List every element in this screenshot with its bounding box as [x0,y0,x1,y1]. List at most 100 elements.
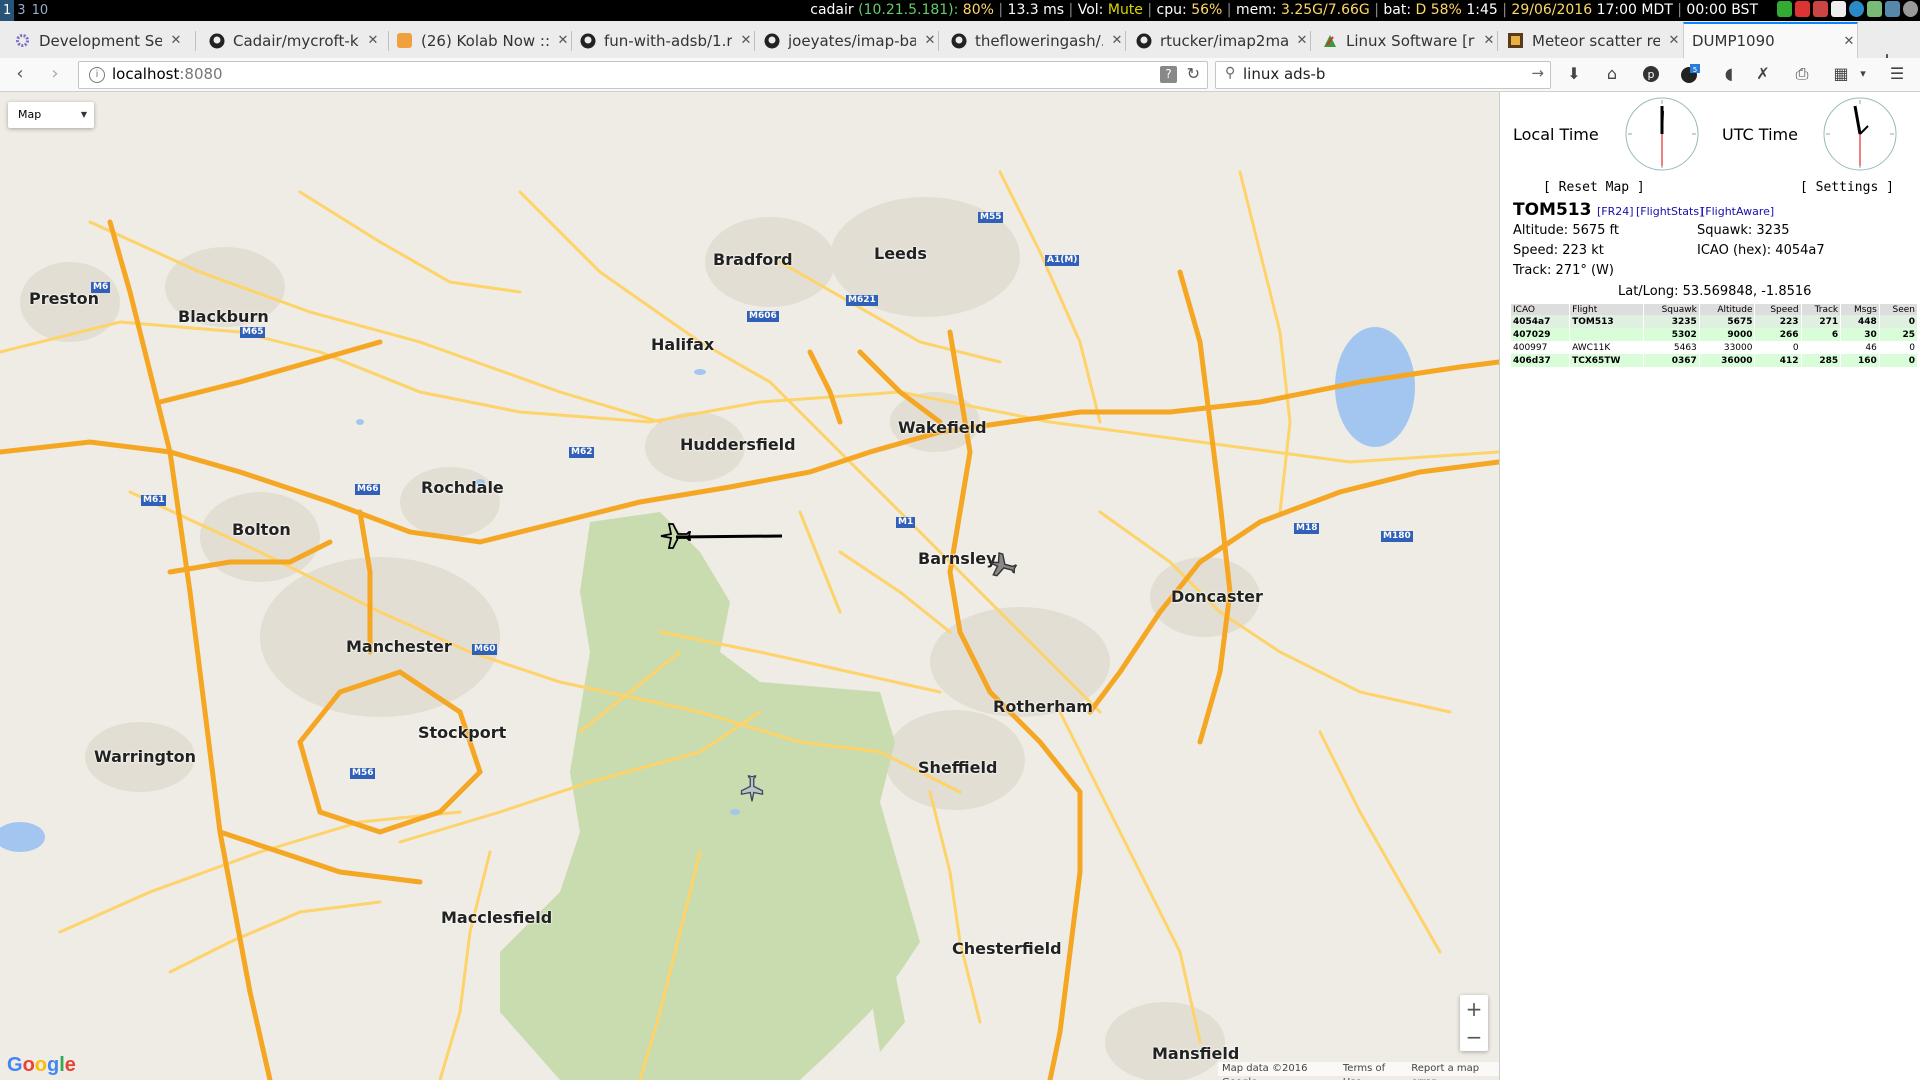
table-row[interactable]: 407029 5302 9000 266 6 30 25 [1511,328,1919,341]
tab-title: (26) Kolab Now ::… [421,31,549,50]
col-header-icao[interactable]: ICAO [1511,304,1571,315]
aircraft-table: ICAO Flight Squawk Altitude Speed Track … [1511,304,1919,367]
map-type-selector[interactable]: Map ▼ [8,102,94,128]
search-input[interactable]: linux ads-b [1243,65,1325,83]
tab[interactable]: Cadair/mycroft-ko… ✕ [208,24,381,57]
mail-icon[interactable] [1795,1,1810,17]
close-icon[interactable]: ✕ [738,33,754,48]
clipboard-icon[interactable] [1831,1,1846,17]
fr24-link[interactable]: [FR24] [1597,205,1634,218]
close-icon[interactable]: ✕ [1666,33,1682,48]
cell-squawk: 3235 [1643,315,1700,328]
cell-track [1801,341,1842,354]
chevron-down-icon[interactable]: ▾ [1852,63,1874,85]
col-header-speed[interactable]: Speed [1754,304,1802,315]
col-header-seen[interactable]: Seen [1879,304,1919,315]
bst-time: 00:00 BST [1686,2,1758,18]
adblock-icon[interactable]: ✗ [1752,63,1774,85]
cell-seen: 0 [1879,354,1919,367]
close-icon[interactable]: ✕ [365,33,381,48]
col-header-squawk[interactable]: Squawk [1643,304,1700,315]
print-icon[interactable]: ⎙ [1791,63,1813,85]
search-bar[interactable]: ⚲ linux ads-b → [1215,61,1551,89]
close-icon[interactable]: ✕ [1294,33,1310,48]
close-icon[interactable]: ✕ [922,33,938,48]
notes-icon[interactable] [1813,1,1828,17]
url-bar[interactable]: i localhost:8080 ? ↻ [78,61,1208,89]
cell-track: 6 [1801,328,1842,341]
tab-title: Cadair/mycroft-ko… [233,31,359,50]
tab-active[interactable]: DUMP1090 ✕ [1683,22,1858,58]
reset-map-button[interactable]: [ Reset Map ] [1543,180,1645,195]
tab-title: rtucker/imap2mail… [1160,31,1288,50]
sync-icon[interactable] [1849,1,1864,17]
col-header-track[interactable]: Track [1801,304,1842,315]
info-icon[interactable]: i [89,67,105,83]
arrow-right-icon[interactable]: → [1531,64,1544,82]
tab[interactable]: fun-with-adsb/1.r… ✕ [579,24,754,57]
tab[interactable]: Development Set… ✕ [14,24,184,57]
town-label: Sheffield [918,758,998,777]
download-icon[interactable]: ⬇ [1563,63,1585,85]
tab[interactable]: theflower­ingash/… ✕ [950,24,1125,57]
close-icon[interactable]: ✕ [1109,33,1125,48]
search-icon: ⚲ [1225,65,1236,81]
cell-track: 285 [1801,354,1842,367]
workspace-button[interactable]: 1 [0,0,15,21]
pocket-icon[interactable]: p [1640,63,1662,85]
town-label: Wakefield [898,418,987,437]
close-icon[interactable]: ✕ [168,33,184,48]
road-shield: M65 [240,327,266,338]
home-icon[interactable]: ⌂ [1601,63,1623,85]
forward-button[interactable]: › [44,63,66,85]
tab[interactable]: joeyates/imap-ba… ✕ [763,24,938,57]
town-label: Huddersfield [680,435,796,454]
tab[interactable]: rtucker/imap2mail… ✕ [1135,24,1310,57]
cell-msgs: 160 [1840,354,1880,367]
flightstats-link[interactable]: [FlightStats] [1636,205,1703,218]
close-icon[interactable]: ✕ [1841,34,1857,49]
back-button[interactable]: ‹ [9,63,31,85]
close-icon[interactable]: ✕ [1481,33,1497,48]
close-icon[interactable]: ✕ [555,33,571,48]
update-icon[interactable] [1867,1,1882,17]
menu-icon[interactable]: ☰ [1886,63,1908,85]
terms-link[interactable]: Terms of Use [1343,1062,1399,1080]
github-notifier-icon[interactable]: 5 [1679,63,1701,85]
map-canvas[interactable]: Leeds Bradford Preston Blackburn Halifax… [0,92,1499,1080]
table-row[interactable]: 4054a7 TOM513 3235 5675 223 271 448 0 [1511,315,1919,328]
road-shield: M621 [846,295,878,306]
workspace-button[interactable]: 10 [29,0,52,21]
tab[interactable]: (26) Kolab Now ::… ✕ [396,24,571,57]
track-value: Track: 271° (W) [1513,263,1614,278]
cell-squawk: 5463 [1643,341,1700,354]
network-icon[interactable] [1777,1,1792,17]
power-icon[interactable] [1903,1,1918,17]
help-icon[interactable]: ? [1160,66,1177,83]
tab[interactable]: Linux Software [rt… ✕ [1321,24,1497,57]
squawk-value: Squawk: 3235 [1697,223,1790,238]
settings-button[interactable]: [ Settings ] [1800,180,1894,195]
table-row[interactable]: 400997 AWC11K 5463 33000 0 46 0 [1511,341,1919,354]
tab-title: Linux Software [rt… [1346,31,1475,50]
zoom-in-button[interactable]: + [1460,995,1488,1023]
flightaware-link[interactable]: [FlightAware] [1701,205,1774,218]
tab-bar: Development Set… ✕ Cadair/mycroft-ko… ✕ … [0,21,1920,72]
tab[interactable]: Meteor scatter re… ✕ [1507,24,1682,57]
town-label: Macclesfield [441,908,553,927]
m65-motorway [157,339,383,405]
reload-icon[interactable]: ↻ [1187,64,1200,83]
report-error-link[interactable]: Report a map error [1411,1062,1495,1080]
utc-clock [1822,96,1897,171]
table-row[interactable]: 406d37 TCX65TW 0367 36000 412 285 160 0 [1511,354,1919,367]
zoom-out-button[interactable]: − [1460,1023,1488,1051]
grid-icon[interactable]: ▦ [1830,63,1852,85]
extension-icon[interactable]: ◖ [1718,63,1740,85]
workspace-button[interactable]: 3 [14,0,28,21]
col-header-flight[interactable]: Flight [1569,304,1644,315]
cloud-icon[interactable] [1885,1,1900,17]
col-header-altitude[interactable]: Altitude [1699,304,1756,315]
col-header-msgs[interactable]: Msgs [1840,304,1880,315]
tab-title: Development Set… [39,31,162,50]
tab-title: theflower­ingash/… [975,31,1103,50]
